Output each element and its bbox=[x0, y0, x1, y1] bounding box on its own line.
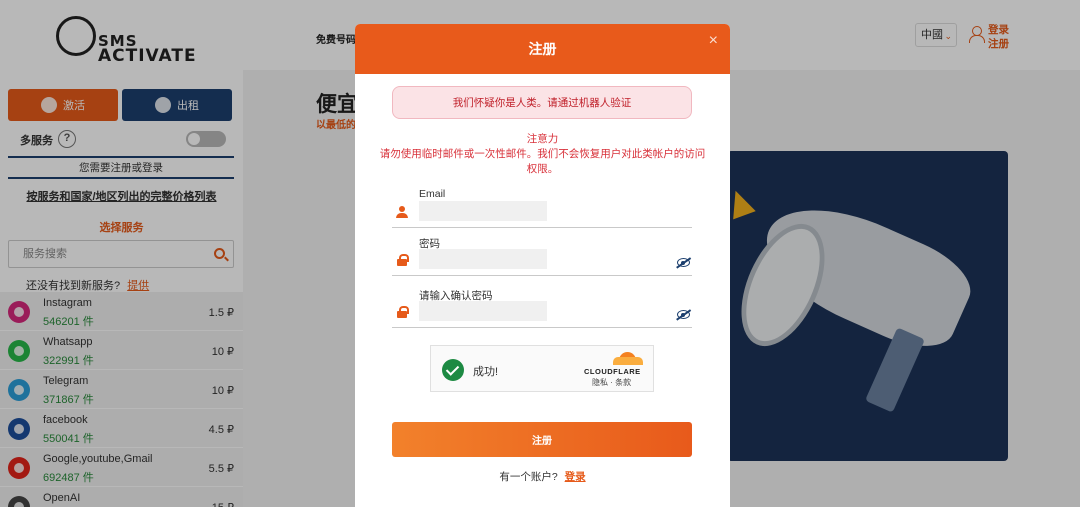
modal-title: 注册 bbox=[528, 41, 557, 57]
captcha-privacy-terms-links[interactable]: 隐私 · 条款 bbox=[592, 377, 631, 388]
password-field-group: 密码 bbox=[392, 236, 692, 276]
lock-icon bbox=[396, 306, 409, 318]
eye-slash-icon[interactable] bbox=[677, 310, 690, 319]
cloudflare-cloud-icon bbox=[613, 352, 643, 365]
cloudflare-captcha-widget[interactable]: 成功! CLOUDFLARE 隐私 · 条款 bbox=[430, 345, 654, 392]
robot-verification-alert: 我们怀疑你是人类。请通过机器人验证 bbox=[392, 86, 692, 119]
cloudflare-brand: CLOUDFLARE bbox=[584, 367, 641, 376]
close-icon[interactable]: × bbox=[709, 32, 718, 50]
email-field[interactable] bbox=[419, 201, 547, 221]
register-modal: 注册 × 我们怀疑你是人类。请通过机器人验证 注意力 请勿使用临时邮件或一次性邮… bbox=[355, 24, 730, 507]
captcha-success-text: 成功! bbox=[473, 366, 499, 378]
confirm-password-field[interactable] bbox=[419, 301, 547, 321]
attention-notice: 注意力 请勿使用临时邮件或一次性邮件。我们不会恢复用户对此类帐户的访问权限。 bbox=[375, 132, 710, 177]
password-field[interactable] bbox=[419, 249, 547, 269]
attention-title: 注意力 bbox=[526, 133, 559, 145]
email-label: Email bbox=[419, 188, 446, 200]
modal-login-link[interactable]: 登录 bbox=[565, 471, 586, 483]
check-circle-icon bbox=[442, 359, 464, 381]
have-account-text: 有一个账户? bbox=[499, 471, 558, 483]
lock-icon bbox=[396, 254, 409, 266]
register-submit-button[interactable]: 注册 bbox=[392, 422, 692, 457]
have-account-row: 有一个账户? 登录 bbox=[355, 469, 730, 484]
confirm-password-field-group: 请输入确认密码 bbox=[392, 288, 692, 328]
modal-header: 注册 × bbox=[355, 24, 730, 74]
person-icon bbox=[396, 206, 408, 218]
eye-slash-icon[interactable] bbox=[677, 258, 690, 267]
attention-body: 请勿使用临时邮件或一次性邮件。我们不会恢复用户对此类帐户的访问权限。 bbox=[379, 148, 706, 175]
email-field-group: Email bbox=[392, 188, 692, 228]
